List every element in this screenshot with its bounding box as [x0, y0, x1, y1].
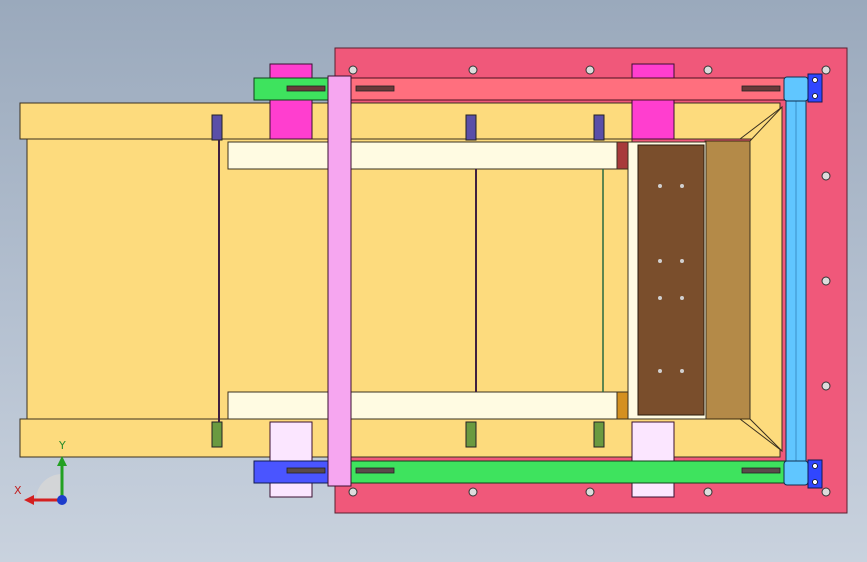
gate-plate[interactable]	[637, 144, 705, 416]
bearing-block-top-right[interactable]	[631, 63, 675, 140]
hopper-back-panel	[704, 140, 751, 420]
inner-guide-bar-top	[227, 141, 619, 170]
crossbar[interactable]	[327, 75, 352, 487]
lower-side-rail[interactable]	[334, 460, 786, 484]
axis-triad[interactable]: Y X	[14, 438, 74, 508]
inner-guide-block-bottom	[616, 391, 630, 420]
axis-y-label: Y	[59, 439, 66, 452]
bearing-block-top-left[interactable]	[269, 63, 313, 140]
inner-guide-block-top	[616, 141, 630, 170]
upper-side-rail[interactable]	[334, 77, 786, 101]
chute-assembly-top-view[interactable]	[0, 0, 867, 562]
axis-x-label: X	[14, 484, 22, 497]
bearing-block-bottom-left[interactable]	[269, 421, 313, 498]
roller-bearing-bottom	[783, 460, 809, 486]
roller-bearing-top	[783, 76, 809, 102]
inner-guide-bar-bottom	[227, 391, 619, 420]
cad-viewport[interactable]: Y X	[0, 0, 867, 562]
bearing-block-bottom-right[interactable]	[631, 421, 675, 498]
hopper-funnel	[749, 105, 783, 453]
